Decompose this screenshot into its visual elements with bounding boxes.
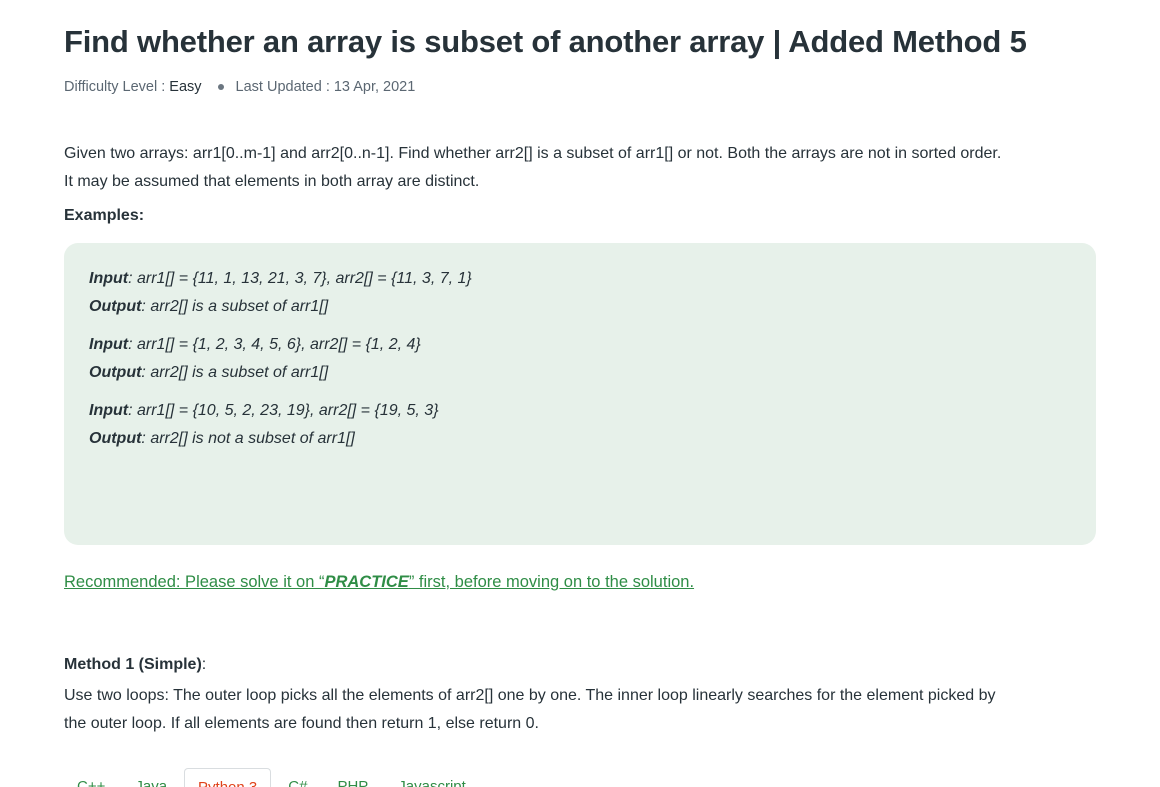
practice-link-text: PRACTICE [324,573,409,591]
intro-line: Given two arrays: arr1[0..m-1] and arr2[… [64,145,1002,162]
tab-cpp[interactable]: C++ [64,768,118,787]
page-title: Find whether an array is subset of anoth… [64,24,1027,59]
method-1-description: Use two loops: The outer loop picks all … [64,682,1104,738]
example-input-line: Input: arr1[] = {1, 2, 3, 4, 5, 6}, arr2… [89,336,421,354]
output-label: Output [89,364,142,381]
output-text: : arr2[] is not a subset of arr1[] [141,430,355,447]
example-input-line: Input: arr1[] = {11, 1, 13, 21, 3, 7}, a… [89,270,472,288]
tab-csharp[interactable]: C# [275,768,320,787]
tab-java[interactable]: Java [122,768,180,787]
tab-python3[interactable]: Python 3 [184,768,272,787]
difficulty-value[interactable]: Easy [169,79,201,95]
practice-recommendation-link[interactable]: Recommended: Please solve it on “PRACTIC… [64,573,694,592]
input-label: Input [89,336,129,353]
output-label: Output [89,298,142,315]
intro-paragraph: Given two arrays: arr1[0..m-1] and arr2[… [64,140,1104,196]
input-text: : arr1[] = {10, 5, 2, 23, 19}, arr2[] = … [128,402,439,419]
method-1-line: Use two loops: The outer loop picks all … [64,687,996,704]
examples-box: Input: arr1[] = {11, 1, 13, 21, 3, 7}, a… [64,243,1096,545]
input-text: : arr1[] = {1, 2, 3, 4, 5, 6}, arr2[] = … [128,336,421,353]
separator-dot-icon [217,84,224,90]
article-meta: Difficulty Level : Easy Last Updated : 1… [64,79,415,95]
example-output-line: Output: arr2[] is a subset of arr1[] [89,364,328,382]
recommend-suffix: ” first, before moving on to the solutio… [408,573,695,591]
output-text: : arr2[] is a subset of arr1[] [141,364,329,381]
example-input-line: Input: arr1[] = {10, 5, 2, 23, 19}, arr2… [89,402,439,420]
difficulty-label: Difficulty Level : [64,79,166,95]
input-label: Input [89,270,129,287]
output-label: Output [89,430,142,447]
intro-line: It may be assumed that elements in both … [64,173,480,190]
tab-javascript[interactable]: Javascript [385,768,479,787]
method-1-colon: : [201,656,207,673]
method-1-line: the outer loop. If all elements are foun… [64,715,539,732]
input-label: Input [89,402,129,419]
updated-value: 13 Apr, 2021 [333,79,416,95]
example-output-line: Output: arr2[] is a subset of arr1[] [89,298,328,316]
updated-label: Last Updated : [235,79,330,95]
examples-heading: Examples: [64,207,145,224]
input-text: : arr1[] = {11, 1, 13, 21, 3, 7}, arr2[]… [128,270,472,287]
method-1-title: Method 1 (Simple) [64,656,202,673]
output-text: : arr2[] is a subset of arr1[] [141,298,329,315]
code-language-tabs: C++ Java Python 3 C# PHP Javascript [64,768,483,787]
tab-php[interactable]: PHP [324,768,381,787]
example-output-line: Output: arr2[] is not a subset of arr1[] [89,430,355,448]
method-1-heading: Method 1 (Simple): [64,656,206,674]
recommend-prefix: Recommended: Please solve it on “ [64,573,325,591]
